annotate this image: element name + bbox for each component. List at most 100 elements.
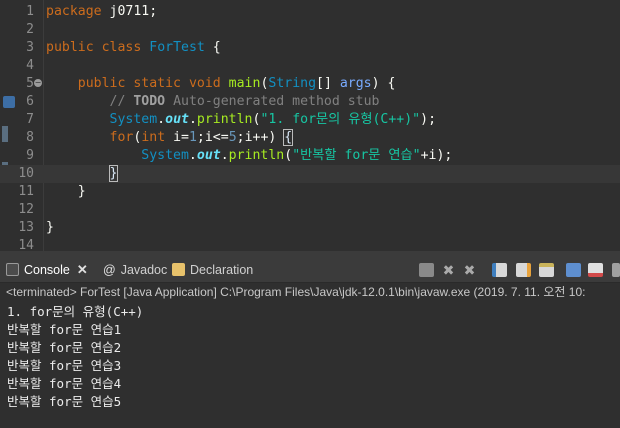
tab-label: Console [24, 263, 70, 277]
line-number: 7 [26, 112, 34, 127]
code-token: . [188, 148, 197, 163]
code-text: public static void main(String[] args) { [46, 75, 396, 93]
tab-label: Javadoc [120, 263, 168, 277]
code-token: class [101, 40, 142, 55]
tab-javadoc[interactable]: @ Javadoc [103, 259, 167, 281]
code-line[interactable]: 11 } [0, 183, 620, 201]
code-text: System.out.println("반복할 for문 연습"+i); [46, 147, 452, 165]
code-line[interactable]: 6 // TODO Auto-generated method stub [0, 93, 620, 111]
code-token: println [196, 112, 253, 127]
code-line[interactable]: 14 [0, 237, 620, 251]
code-line[interactable]: 3 public class ForTest { [0, 39, 620, 57]
code-token: +i); [420, 148, 453, 163]
code-token: "반복할 for문 연습" [292, 148, 421, 163]
display-selected-console-icon[interactable] [566, 263, 581, 277]
code-token: . [157, 112, 166, 127]
code-token: ( [284, 148, 293, 163]
tab-console[interactable]: Console ✕ [6, 259, 88, 281]
pin-console-icon[interactable] [539, 263, 554, 277]
line-number: 12 [18, 202, 34, 217]
declaration-icon [172, 263, 185, 276]
console-output-line: 반복할 for문 연습2 [7, 340, 122, 355]
code-token: ;i<= [196, 130, 229, 145]
fold-toggle-icon[interactable]: − [34, 79, 42, 87]
line-number: 13 [18, 220, 34, 235]
console-output-line: 1. for문의 유형(C++) [7, 304, 144, 319]
code-token: static [133, 76, 181, 91]
code-token: ForTest [149, 40, 205, 55]
console-output[interactable]: 1. for문의 유형(C++) 반복할 for문 연습1 반복할 for문 연습2… [0, 302, 620, 428]
code-text: } [46, 219, 54, 237]
scroll-lock-icon[interactable] [492, 263, 507, 277]
code-token: ); [420, 112, 437, 127]
code-token: { [204, 40, 221, 55]
code-token: package [46, 4, 102, 19]
code-token: 5 [228, 130, 237, 145]
new-console-icon[interactable] [612, 263, 620, 277]
console-output-line: 반복할 for문 연습4 [7, 376, 122, 391]
line-number: 10 [18, 166, 34, 181]
code-token: println [228, 148, 285, 163]
code-token: } [108, 165, 119, 182]
code-token: } [46, 184, 86, 199]
code-token: out [196, 148, 221, 163]
code-line[interactable]: 8 for(int i=1;i<=5;i++) { [0, 129, 620, 147]
word-wrap-icon[interactable] [516, 263, 531, 277]
code-text: // TODO Auto-generated method stub [46, 93, 380, 111]
remove-launch-icon[interactable]: ✖ [441, 263, 456, 277]
code-text: for(int i=1;i<=5;i++) { [46, 129, 294, 147]
console-icon [6, 263, 19, 276]
code-token: [] [316, 76, 340, 91]
code-token: Auto-generated method stub [165, 94, 380, 109]
code-token: String [268, 76, 317, 91]
code-token: j0711; [101, 4, 158, 19]
line-number: 8 [26, 130, 34, 145]
code-token: args [339, 76, 372, 91]
code-token: int [141, 130, 166, 145]
code-line[interactable]: 9 System.out.println("반복할 for문 연습"+i); [0, 147, 620, 165]
console-view-tabbar: Console ✕ @ Javadoc Declaration ✖ ✖ [0, 257, 620, 283]
code-token: public [77, 76, 126, 91]
code-line[interactable]: 13} [0, 219, 620, 237]
code-text: public class ForTest { [46, 39, 221, 57]
code-text: System.out.println("1. for문의 유형(C++)"); [46, 111, 436, 129]
code-line[interactable]: 5− public static void main(String[] args… [0, 75, 620, 93]
code-line[interactable]: 12 [0, 201, 620, 219]
line-number: 1 [26, 4, 34, 19]
code-text: package j0711; [46, 3, 157, 21]
code-editor[interactable]: 1 package j0711; 2 3 public class ForTest {4… [0, 0, 620, 251]
code-token: out [165, 112, 189, 127]
code-line[interactable]: 2 [0, 21, 620, 39]
code-token: main [228, 76, 261, 91]
code-line[interactable]: 4 [0, 57, 620, 75]
code-token: for [109, 130, 134, 145]
open-console-icon[interactable] [588, 263, 603, 277]
code-token: // [109, 94, 134, 109]
tab-label: Declaration [190, 263, 254, 277]
code-token: i= [165, 130, 189, 145]
code-line[interactable]: 10 } [0, 165, 620, 183]
code-token: System [141, 148, 189, 163]
line-number: 2 [26, 22, 34, 37]
code-token: TODO [133, 94, 166, 109]
code-line[interactable]: 7 System.out.println("1. for문의 유형(C++)")… [0, 111, 620, 129]
javadoc-icon: @ [103, 263, 116, 277]
code-token: { [283, 129, 294, 146]
remove-all-terminated-icon[interactable]: ✖ [462, 263, 477, 277]
code-text: } [46, 165, 119, 183]
code-token: public [46, 40, 94, 55]
tab-declaration[interactable]: Declaration [172, 259, 253, 281]
code-line[interactable]: 1 package j0711; [0, 3, 620, 21]
line-number: 5 [26, 76, 34, 91]
close-icon[interactable]: ✕ [77, 259, 88, 281]
terminate-icon[interactable] [419, 263, 434, 277]
code-token: . [220, 148, 229, 163]
code-text: } [46, 183, 86, 201]
task-marker-icon[interactable] [3, 96, 15, 108]
